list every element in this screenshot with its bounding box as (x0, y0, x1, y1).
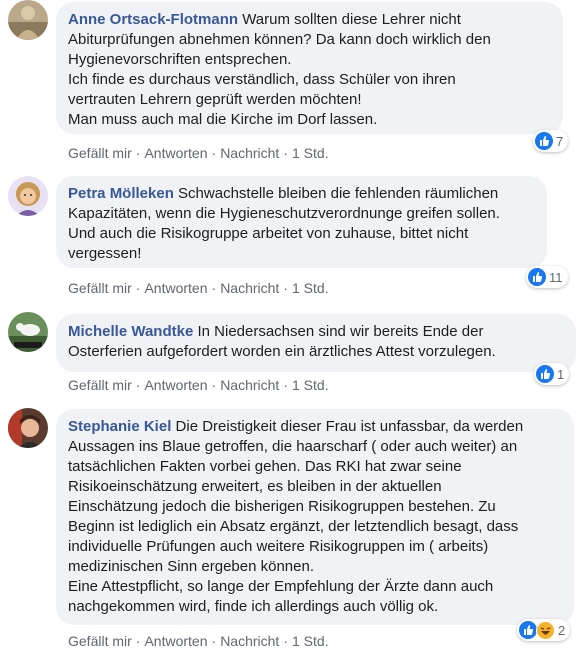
separator: · (211, 633, 217, 649)
comment-actions: Gefällt mir · Antworten · Nachricht · 1 Std. (68, 376, 329, 394)
avatar[interactable] (8, 312, 48, 352)
comment-actions: Gefällt mir · Antworten · Nachricht · 1 Std. (68, 632, 329, 650)
like-action[interactable]: Gefällt mir (68, 280, 132, 296)
separator: · (283, 377, 288, 393)
comment-actions: Gefällt mir · Antworten · Nachricht · 1 Std. (68, 144, 329, 162)
message-action[interactable]: Nachricht (220, 145, 279, 161)
comment-author[interactable]: Anne Ortsack-Flotmann (68, 11, 238, 28)
comment-author[interactable]: Stephanie Kiel (68, 418, 171, 435)
haha-icon (536, 620, 555, 640)
reaction-summary[interactable]: 7 (533, 130, 569, 152)
separator: · (211, 280, 217, 296)
comment-actions: Gefällt mir · Antworten · Nachricht · 1 Std. (68, 279, 329, 297)
separator: · (135, 280, 141, 296)
reaction-count: 11 (549, 269, 563, 285)
comment-bubble: Michelle Wandtke In Niedersachsen sind w… (56, 314, 576, 372)
separator: · (283, 633, 288, 649)
comment-author[interactable]: Michelle Wandtke (68, 323, 193, 340)
comment-bubble: Petra Mölleken Schwachstelle bleiben die… (56, 176, 547, 268)
message-action[interactable]: Nachricht (220, 633, 279, 649)
reply-action[interactable]: Antworten (144, 145, 207, 161)
reaction-summary[interactable]: 11 (526, 266, 568, 288)
timestamp[interactable]: 1 Std. (292, 377, 329, 393)
timestamp[interactable]: 1 Std. (292, 280, 329, 296)
reply-action[interactable]: Antworten (144, 280, 207, 296)
like-action[interactable]: Gefällt mir (68, 633, 132, 649)
reply-action[interactable]: Antworten (144, 377, 207, 393)
like-icon (535, 132, 553, 150)
comment-author[interactable]: Petra Mölleken (68, 185, 174, 202)
separator: · (283, 145, 288, 161)
timestamp[interactable]: 1 Std. (292, 145, 329, 161)
separator: · (211, 145, 217, 161)
reply-action[interactable]: Antworten (144, 633, 207, 649)
message-action[interactable]: Nachricht (220, 280, 279, 296)
like-icon (528, 268, 546, 286)
avatar[interactable] (8, 408, 48, 448)
reaction-summary[interactable]: 1 (534, 363, 570, 385)
avatar[interactable] (8, 176, 48, 216)
like-action[interactable]: Gefällt mir (68, 377, 132, 393)
reaction-summary[interactable]: 2 (517, 619, 571, 641)
timestamp[interactable]: 1 Std. (292, 633, 329, 649)
like-icon (519, 621, 537, 639)
comment: Anne Ortsack-Flotmann Warum sollten dies… (0, 0, 585, 170)
reaction-count: 7 (556, 133, 564, 149)
like-icon (536, 365, 554, 383)
separator: · (135, 377, 141, 393)
separator: · (211, 377, 217, 393)
comment-bubble: Stephanie Kiel Die Dreistigkeit dieser F… (56, 409, 574, 625)
message-action[interactable]: Nachricht (220, 377, 279, 393)
separator: · (135, 633, 141, 649)
reaction-count: 2 (558, 622, 566, 638)
separator: · (283, 280, 288, 296)
comment-text: Die Dreistigkeit dieser Frau ist unfassb… (68, 418, 524, 615)
comment-text: Warum sollten diese Lehrer nicht Abiturp… (68, 11, 491, 128)
avatar[interactable] (8, 0, 48, 40)
reaction-count: 1 (557, 366, 565, 382)
like-action[interactable]: Gefällt mir (68, 145, 132, 161)
separator: · (135, 145, 141, 161)
comment-bubble: Anne Ortsack-Flotmann Warum sollten dies… (56, 2, 563, 134)
